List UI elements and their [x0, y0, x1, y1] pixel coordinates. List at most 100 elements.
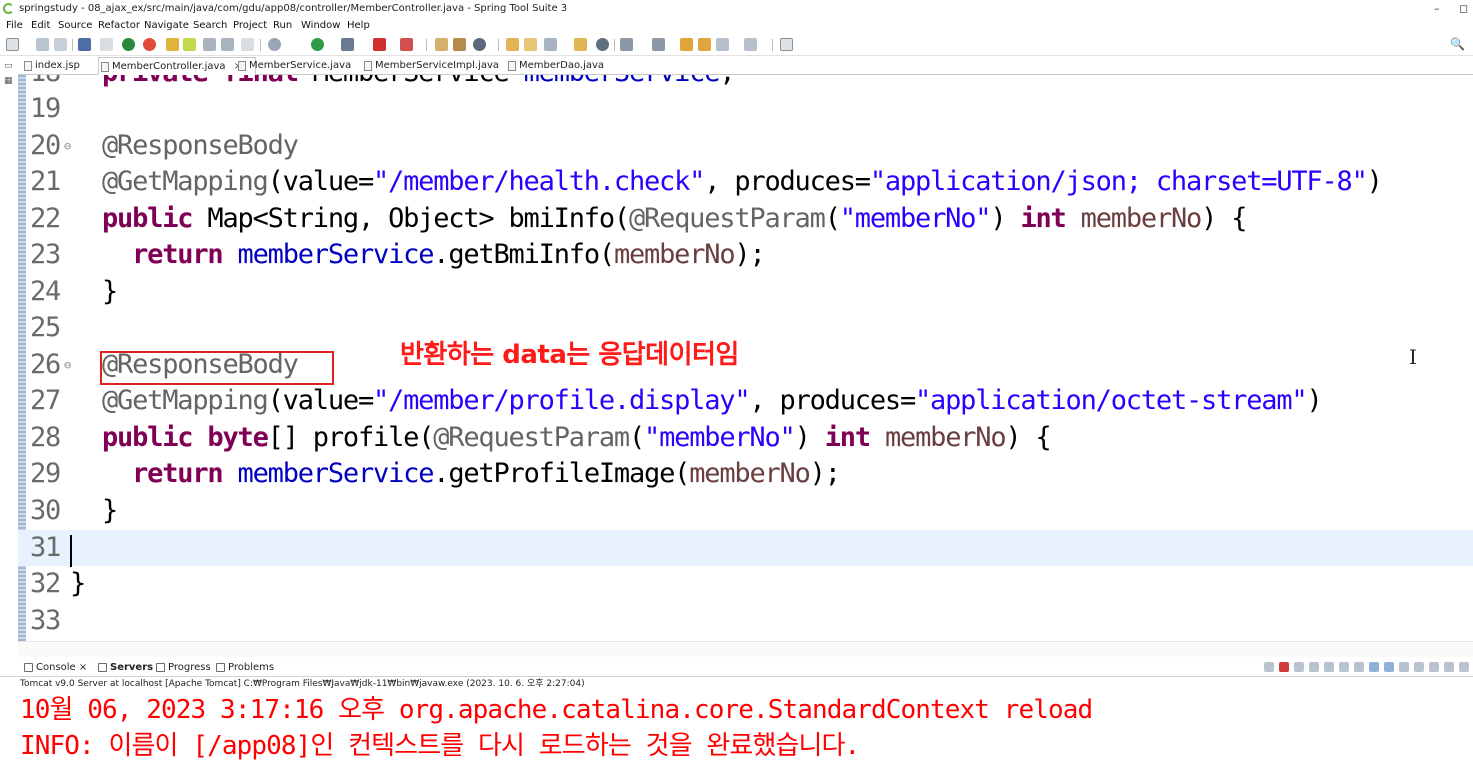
tab-progress[interactable]: Progress	[154, 658, 211, 677]
debug-icon[interactable]	[268, 38, 281, 51]
terminate-icon[interactable]	[1264, 662, 1274, 672]
tab-servers[interactable]: Servers	[96, 658, 153, 677]
globe-icon[interactable]	[596, 38, 609, 51]
stop-icon[interactable]	[1279, 662, 1289, 672]
code-line[interactable]: 21 @GetMapping(value="/member/health.che…	[18, 164, 1473, 200]
code-line[interactable]: 24 }	[18, 274, 1473, 310]
new-file-icon[interactable]	[6, 38, 19, 51]
open-project-icon[interactable]	[524, 38, 537, 51]
code-line[interactable]: 20 ⊖ @ResponseBody	[18, 128, 1473, 164]
code-line[interactable]: 30 }	[18, 493, 1473, 529]
new-class-icon[interactable]	[453, 38, 466, 51]
open-folder-icon[interactable]	[506, 38, 519, 51]
external-tools-icon[interactable]	[400, 38, 413, 51]
maximize-view-icon[interactable]	[1459, 662, 1469, 672]
horizontal-scrollbar[interactable]	[18, 641, 1473, 657]
next-annotation-icon[interactable]	[620, 38, 633, 51]
code-text: @ResponseBody	[102, 130, 299, 161]
menu-edit[interactable]: Edit	[31, 17, 50, 34]
code-line[interactable]: 27 @GetMapping(value="/member/profile.di…	[18, 383, 1473, 419]
code-line[interactable]: 33	[18, 603, 1473, 639]
new-package-icon[interactable]	[435, 38, 448, 51]
folder-open-icon[interactable]	[574, 38, 587, 51]
run-icon[interactable]	[311, 38, 324, 51]
code-line[interactable]: 23 return memberService.getBmiInfo(membe…	[18, 237, 1473, 273]
menu-source[interactable]: Source	[58, 17, 92, 34]
close-tab-icon[interactable]: ×	[79, 662, 87, 673]
package-explorer-icon[interactable]: ▦	[4, 77, 13, 86]
pin-console-icon[interactable]	[1399, 662, 1409, 672]
code-text: public Map<String, Object> bmiInfo(@Requ…	[102, 203, 1247, 234]
console-output[interactable]: 10월 06, 2023 3:17:16 오후 org.apache.catal…	[20, 692, 1470, 763]
previous-annotation-icon[interactable]	[652, 38, 665, 51]
code-text: }	[102, 276, 118, 307]
code-line[interactable]: 18 private final MemberService memberSer…	[18, 75, 1473, 91]
tab-member-service-impl[interactable]: MemberServiceImpl.java	[362, 57, 499, 75]
current-code-line[interactable]: 31	[18, 530, 1473, 566]
tab-member-service[interactable]: MemberService.java	[236, 57, 351, 75]
word-wrap-icon[interactable]	[221, 38, 234, 51]
code-line[interactable]: 32 }	[18, 566, 1473, 602]
back-arrow-icon[interactable]	[716, 38, 729, 51]
mark-occurrences-icon[interactable]	[183, 38, 196, 51]
code-line[interactable]: 22 public Map<String, Object> bmiInfo(@R…	[18, 201, 1473, 237]
code-line[interactable]: 19	[18, 91, 1473, 127]
open-console-icon[interactable]	[1429, 662, 1439, 672]
back-history-icon[interactable]	[698, 38, 711, 51]
remove-all-icon[interactable]	[1309, 662, 1319, 672]
skip-breakpoints-icon[interactable]	[100, 38, 113, 51]
tab-member-dao[interactable]: MemberDao.java	[506, 57, 604, 75]
tab-label: Servers	[110, 662, 154, 673]
minimize-view-icon[interactable]	[1444, 662, 1454, 672]
line-number: 32	[30, 568, 61, 599]
remove-launch-icon[interactable]	[1294, 662, 1304, 672]
minimize-button[interactable]: –	[1434, 0, 1440, 17]
search-icon[interactable]: 🔍	[1450, 37, 1465, 51]
editor-tab-bar: index.jsp MemberController.java × Member…	[18, 57, 1473, 75]
code-line[interactable]: 29 return memberService.getProfileImage(…	[18, 456, 1473, 492]
menu-run[interactable]: Run	[273, 17, 292, 34]
stop-icon[interactable]	[373, 38, 386, 51]
tab-member-controller[interactable]: MemberController.java ×	[98, 57, 256, 75]
spring-boot-icon[interactable]	[122, 38, 135, 51]
tab-console[interactable]: Console ×	[22, 658, 87, 677]
restore-icon[interactable]: ▭	[4, 62, 13, 71]
settings-gear-icon[interactable]	[473, 38, 486, 51]
menu-search[interactable]: Search	[193, 17, 227, 34]
code-line[interactable]: 25	[18, 310, 1473, 346]
tab-problems[interactable]: Problems	[214, 658, 274, 677]
menu-file[interactable]: File	[6, 17, 23, 34]
clear-console-icon[interactable]	[1324, 662, 1334, 672]
maximize-button[interactable]: ◻	[1459, 0, 1468, 17]
fold-toggle-icon[interactable]: ⊖	[64, 128, 71, 164]
display-console-icon[interactable]	[1414, 662, 1424, 672]
show-whitespace-icon[interactable]	[241, 38, 254, 51]
text-caret	[70, 535, 72, 567]
spring-tool-suite-icon	[3, 3, 14, 14]
menu-help[interactable]: Help	[347, 17, 370, 34]
show-on-error-icon[interactable]	[1384, 662, 1394, 672]
menu-window[interactable]: Window	[301, 17, 340, 34]
pencil-icon[interactable]	[544, 38, 557, 51]
menu-project[interactable]: Project	[233, 17, 267, 34]
show-on-output-icon[interactable]	[1369, 662, 1379, 672]
word-wrap-icon[interactable]	[1354, 662, 1364, 672]
tab-label: MemberService.java	[249, 60, 352, 71]
code-line[interactable]: 28 public byte[] profile(@RequestParam("…	[18, 420, 1473, 456]
forward-arrow-icon[interactable]	[744, 38, 757, 51]
last-edit-icon[interactable]	[680, 38, 693, 51]
coverage-icon[interactable]	[341, 38, 354, 51]
open-type-icon[interactable]	[166, 38, 179, 51]
menu-navigate[interactable]: Navigate	[144, 17, 189, 34]
tab-index-jsp[interactable]: index.jsp	[22, 57, 80, 75]
terminal-icon[interactable]	[78, 38, 91, 51]
scroll-lock-icon[interactable]	[1339, 662, 1349, 672]
menu-refactor[interactable]: Refactor	[98, 17, 140, 34]
toggle-block-icon[interactable]	[203, 38, 216, 51]
pin-editor-icon[interactable]	[780, 38, 793, 51]
save-all-icon[interactable]	[54, 38, 67, 51]
fold-toggle-icon[interactable]: ⊖	[64, 347, 71, 383]
code-editor[interactable]: 18 private final MemberService memberSer…	[18, 75, 1473, 641]
refresh-icon[interactable]	[143, 38, 156, 51]
save-icon[interactable]	[36, 38, 49, 51]
